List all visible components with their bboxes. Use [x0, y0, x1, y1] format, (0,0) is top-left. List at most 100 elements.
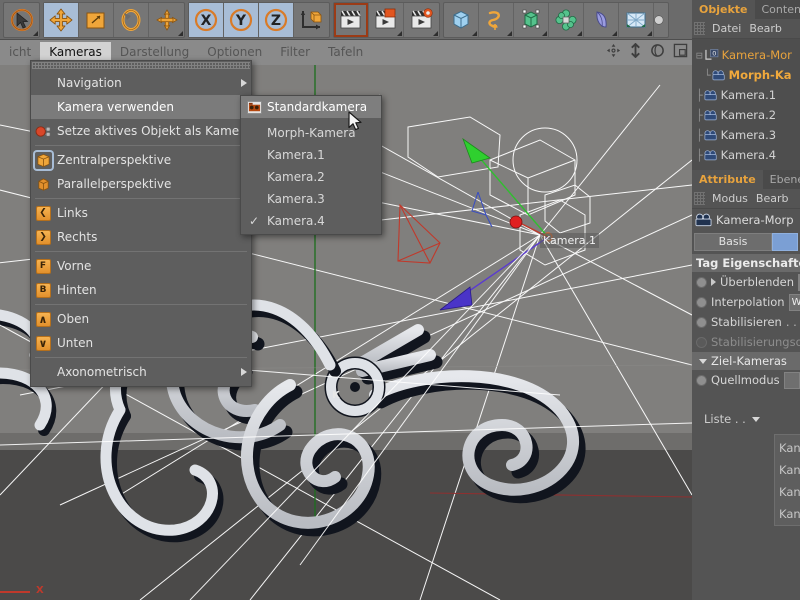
y-axis-lock[interactable]: Y [224, 2, 259, 37]
menu-item-parallelperspektive[interactable]: Parallelperspektive [31, 172, 251, 196]
menu-item-unten[interactable]: ∨ Unten [31, 331, 251, 355]
table-row[interactable]: ├ Kamera.4 [692, 145, 800, 165]
menu-item-oben[interactable]: ∧ Oben [31, 307, 251, 331]
chevron-down-icon[interactable] [699, 358, 707, 364]
menu-item-rechts[interactable]: ❯ Rechts [31, 225, 251, 249]
z-axis-icon: Z [264, 8, 288, 31]
maximize-viewport-icon[interactable] [673, 43, 688, 58]
table-row[interactable]: ├ Kamera.3 [692, 125, 800, 145]
add-modeling-object[interactable] [549, 2, 584, 37]
param-value-field[interactable]: W [788, 293, 800, 311]
submenu-item-kamera-3[interactable]: Kamera.3 [241, 188, 381, 210]
rotate-tool[interactable] [114, 2, 149, 37]
objmgr-menu-datei[interactable]: Datei [709, 22, 746, 35]
object-label: Kamera.3 [720, 128, 777, 142]
param-value-field[interactable] [783, 371, 800, 389]
param-keyframe-dot-icon[interactable] [696, 296, 707, 308]
list-item[interactable]: Kan [775, 481, 800, 503]
param-label: Quellmodus [711, 373, 780, 387]
render-region[interactable] [369, 2, 404, 37]
para-cube-icon [31, 174, 55, 194]
add-tool[interactable] [149, 3, 184, 37]
param-row-interpolation[interactable]: Interpolation W [692, 292, 800, 312]
table-row[interactable]: └ Morph-Ka [692, 65, 800, 85]
submenu-item-morph-kamera[interactable]: Morph-Kamera [241, 122, 381, 144]
menu-item-navigation[interactable]: Navigation [31, 71, 251, 95]
attribute-group-ziel-kameras[interactable]: Ziel-Kameras [692, 352, 800, 370]
menu-item-setze-aktives-objekt-als-kamera[interactable]: Setze aktives Objekt als Kamera [31, 119, 251, 143]
submenu-item-kamera-2[interactable]: Kamera.2 [241, 166, 381, 188]
menu-tearoff-grip[interactable] [32, 62, 250, 69]
chevron-down-icon[interactable] [751, 416, 760, 422]
panel-grip-icon[interactable] [694, 22, 705, 35]
submenu-item-label: Kamera.1 [267, 148, 325, 162]
tool-corner-marker [472, 30, 477, 36]
tab-objekte[interactable]: Objekte [692, 0, 755, 19]
dolly-icon[interactable] [629, 43, 642, 58]
panel-grip-icon[interactable] [694, 192, 705, 205]
add-cube-object[interactable] [444, 2, 479, 37]
attr-tab-tag[interactable] [772, 233, 798, 251]
add-camera[interactable] [654, 3, 668, 37]
submenu-item-kamera-4[interactable]: ✓ Kamera.4 [241, 210, 381, 232]
attr-tab-basis[interactable]: Basis [694, 233, 772, 251]
add-generator[interactable] [514, 2, 549, 37]
param-row-quellmodus[interactable]: Quellmodus [692, 370, 800, 390]
chevron-right-icon[interactable] [711, 278, 716, 286]
attribute-manager-menubar: Modus Bearb [692, 189, 800, 209]
object-tree[interactable]: ⊟ 0 Kamera-Mor └ Morph-Ka ├ Kamera.1 ├ K… [692, 39, 800, 170]
object-label: Kamera-Mor [721, 48, 792, 62]
pan-icon[interactable] [606, 43, 621, 58]
tree-expander-minus-icon[interactable]: ⊟ [696, 49, 703, 62]
add-spline[interactable] [479, 2, 514, 37]
table-row[interactable]: ⊟ 0 Kamera-Mor [692, 45, 800, 65]
x-axis-lock[interactable]: X [189, 2, 224, 37]
viewport-menu-filter[interactable]: Filter [271, 42, 319, 63]
menu-item-axonometrisch[interactable]: Axonometrisch [31, 360, 251, 384]
add-environment[interactable] [619, 2, 654, 37]
param-keyframe-dot-icon[interactable] [696, 316, 707, 328]
param-keyframe-dot-icon[interactable] [696, 276, 707, 288]
menu-item-vorne[interactable]: F Vorne [31, 254, 251, 278]
menu-icon-placeholder [31, 362, 55, 382]
render-settings[interactable] [404, 3, 439, 37]
tab-content-browser[interactable]: Content [755, 0, 800, 19]
scale-tool[interactable] [79, 2, 114, 37]
submenu-item-kamera-1[interactable]: Kamera.1 [241, 144, 381, 166]
tab-attribute[interactable]: Attribute [692, 170, 763, 189]
checkmark-icon: ✓ [248, 214, 260, 228]
attrmgr-menu-bearbeiten[interactable]: Bearb [753, 192, 794, 205]
viewport-menu-tafeln[interactable]: Tafeln [319, 42, 372, 63]
move-tool[interactable] [44, 2, 79, 37]
rotate-circle-icon [121, 8, 141, 31]
param-keyframe-dot-icon[interactable] [696, 374, 707, 386]
table-row[interactable]: ├ Kamera.2 [692, 105, 800, 125]
y-axis-icon: Y [229, 8, 253, 31]
svg-text:Z: Z [271, 13, 281, 29]
add-deformer[interactable] [584, 2, 619, 37]
attrmgr-menu-modus[interactable]: Modus [709, 192, 753, 205]
list-item[interactable]: Kan [775, 503, 800, 525]
z-axis-lock[interactable]: Z [259, 2, 294, 37]
submenu-item-standardkamera[interactable]: Standardkamera [241, 96, 381, 118]
param-row-ueberblenden[interactable]: Überblenden [692, 272, 800, 292]
list-item[interactable]: Kan [775, 459, 800, 481]
menu-item-zentralperspektive[interactable]: Zentralperspektive [31, 148, 251, 172]
menu-item-label: Rechts [57, 230, 98, 244]
tab-ebenen[interactable]: Ebenen [763, 170, 800, 189]
ziel-kameras-list[interactable]: Kan Kan Kan Kan [774, 434, 800, 526]
menu-item-kamera-verwenden[interactable]: Kamera verwenden [31, 95, 251, 119]
param-row-stabilisieren[interactable]: Stabilisieren . . . [692, 312, 800, 332]
world-object-coordinates[interactable] [294, 3, 329, 37]
objmgr-menu-bearbeiten[interactable]: Bearb [746, 22, 787, 35]
tool-corner-marker [577, 30, 582, 36]
table-row[interactable]: ├ Kamera.1 [692, 85, 800, 105]
tree-branch-icon: ├ [696, 148, 703, 162]
right-icon: ❯ [31, 227, 55, 247]
orbit-icon[interactable] [650, 43, 665, 58]
list-item[interactable]: Kan [775, 437, 800, 459]
render-view[interactable] [334, 2, 369, 37]
menu-item-links[interactable]: ❮ Links [31, 201, 251, 225]
live-selection-tool[interactable] [4, 3, 39, 37]
menu-item-hinten[interactable]: B Hinten [31, 278, 251, 302]
